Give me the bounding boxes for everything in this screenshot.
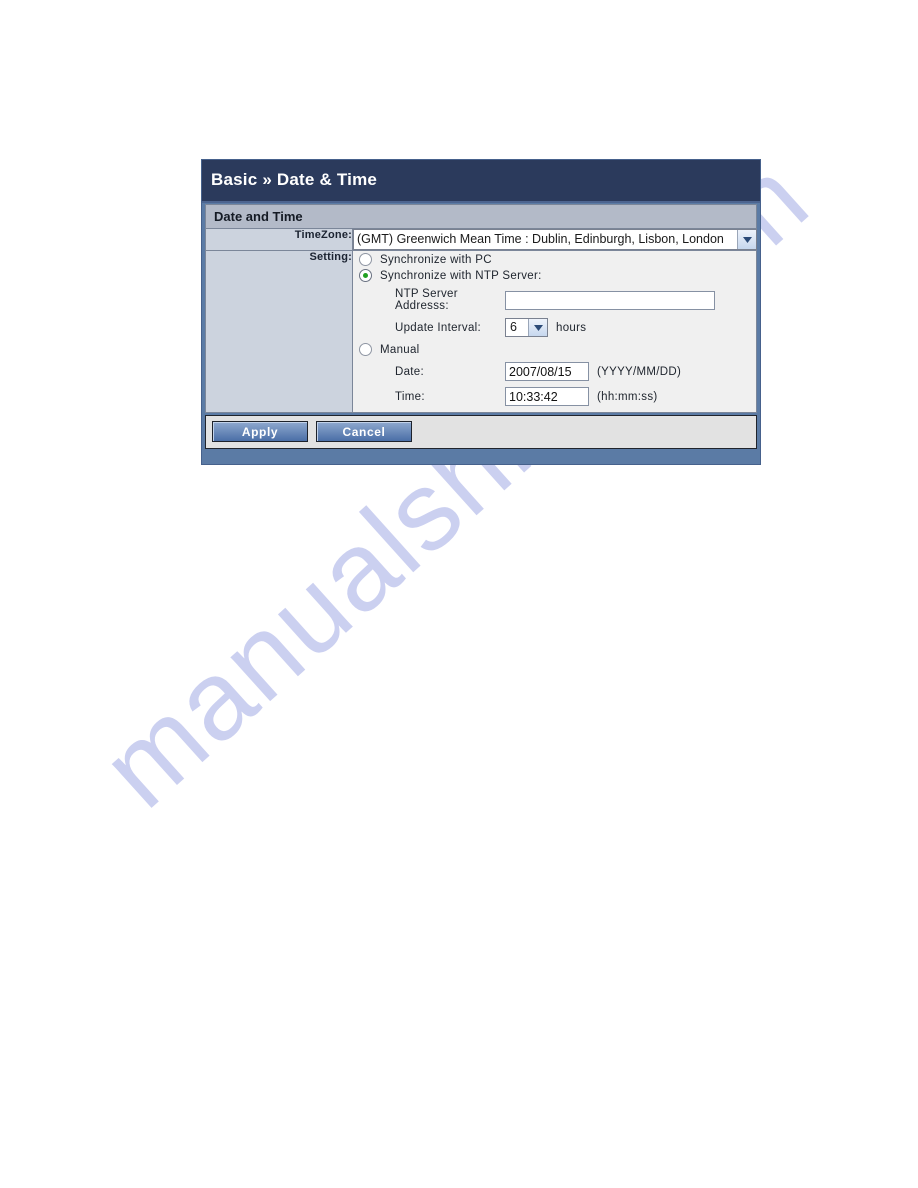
panel-bottom-strip xyxy=(202,452,760,464)
radio-manual[interactable] xyxy=(359,343,372,356)
update-interval-row: Update Interval: 6 hours xyxy=(353,318,756,337)
ntp-server-input[interactable] xyxy=(505,290,715,310)
radio-sync-pc[interactable] xyxy=(359,253,372,266)
timezone-select[interactable]: (GMT) Greenwich Mean Time : Dublin, Edin… xyxy=(353,229,757,250)
panel-body: Date and Time TimeZone: (GMT) Greenwich … xyxy=(205,204,757,413)
panel-footer: Apply Cancel xyxy=(205,415,757,449)
page-title-page: Date & Time xyxy=(276,170,378,189)
ntp-server-label: NTP Server Addresss: xyxy=(395,288,458,312)
settings-form: TimeZone: (GMT) Greenwich Mean Time : Du… xyxy=(206,229,757,412)
radio-sync-ntp[interactable] xyxy=(359,269,372,282)
manual-date-input[interactable] xyxy=(505,362,589,381)
manual-time-label: Time: xyxy=(395,390,425,403)
manual-date-label: Date: xyxy=(395,365,424,378)
chevron-down-icon[interactable] xyxy=(528,319,547,336)
radio-label-sync-pc: Synchronize with PC xyxy=(380,253,492,266)
setting-row: Setting: Synchronize with PC Synchronize… xyxy=(206,250,756,412)
cancel-button[interactable]: Cancel xyxy=(316,421,412,442)
timezone-value-cell: (GMT) Greenwich Mean Time : Dublin, Edin… xyxy=(352,229,757,251)
update-interval-unit: hours xyxy=(556,321,587,334)
radio-label-sync-ntp: Synchronize with NTP Server: xyxy=(380,269,542,282)
date-time-settings-panel: Basic » Date & Time Date and Time TimeZo… xyxy=(201,159,761,465)
breadcrumb-separator: » xyxy=(262,170,272,189)
apply-button[interactable]: Apply xyxy=(212,421,308,442)
timezone-selected-value: (GMT) Greenwich Mean Time : Dublin, Edin… xyxy=(357,232,724,246)
update-interval-value: 6 xyxy=(510,320,517,334)
section-heading: Date and Time xyxy=(206,205,756,229)
update-interval-select[interactable]: 6 xyxy=(505,318,548,337)
page-title: Basic » Date & Time xyxy=(202,160,760,203)
update-interval-label: Update Interval: xyxy=(395,321,481,334)
page-title-section: Basic xyxy=(211,170,258,189)
timezone-label: TimeZone: xyxy=(206,229,353,251)
radio-label-manual: Manual xyxy=(380,343,420,356)
radio-row-sync-pc[interactable]: Synchronize with PC xyxy=(359,253,756,266)
radio-row-manual[interactable]: Manual xyxy=(359,343,756,356)
manual-date-row: Date: (YYYY/MM/DD) xyxy=(353,362,756,381)
ntp-server-row: NTP Server Addresss: xyxy=(353,288,756,312)
manual-time-row: Time: (hh:mm:ss) xyxy=(353,387,756,406)
setting-label: Setting: xyxy=(206,250,353,412)
chevron-down-icon[interactable] xyxy=(737,230,756,249)
manual-time-format-hint: (hh:mm:ss) xyxy=(597,390,658,403)
manual-date-format-hint: (YYYY/MM/DD) xyxy=(597,365,682,378)
setting-value-cell: Synchronize with PC Synchronize with NTP… xyxy=(352,250,756,412)
timezone-row: TimeZone: (GMT) Greenwich Mean Time : Du… xyxy=(206,229,757,251)
manual-time-input[interactable] xyxy=(505,387,589,406)
radio-row-sync-ntp[interactable]: Synchronize with NTP Server: xyxy=(359,269,756,282)
